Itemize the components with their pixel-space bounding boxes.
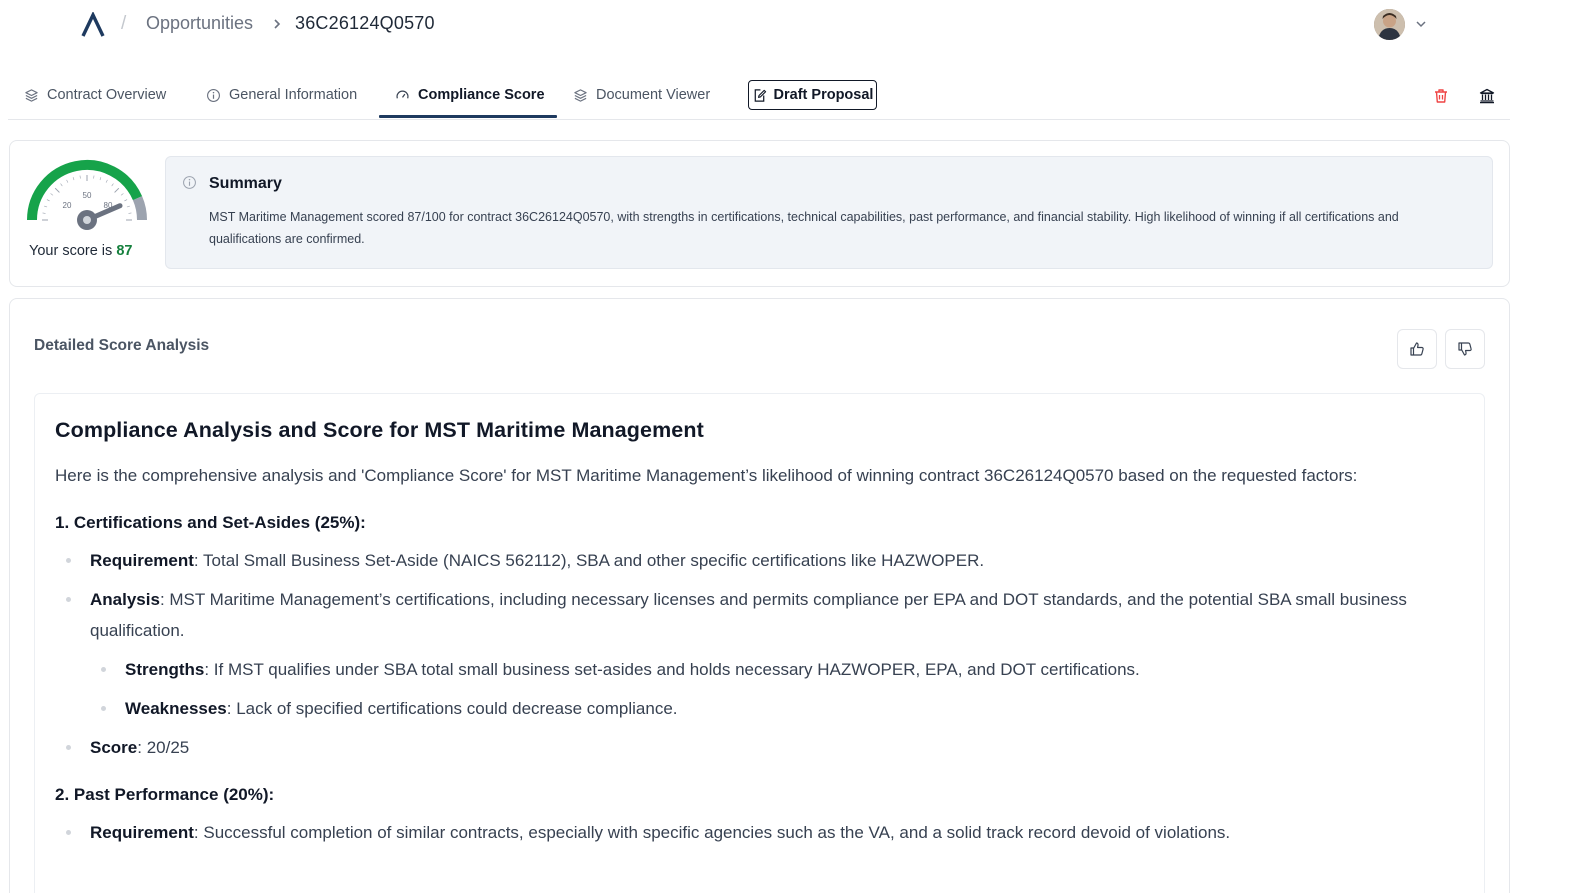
breadcrumb-separator: / <box>121 13 127 34</box>
list-item: Strengths: If MST qualifies under SBA to… <box>55 654 1465 685</box>
score-text: Your score is 87 <box>29 243 132 259</box>
thumbs-up-icon <box>1410 342 1424 356</box>
thumbs-down-icon <box>1458 342 1472 356</box>
list-item: Score: 20/25 <box>55 732 1465 763</box>
tab-document-viewer[interactable]: Document Viewer <box>573 72 710 118</box>
breadcrumb-contract-id: 36C26124Q0570 <box>295 13 435 33</box>
bank-icon[interactable] <box>1478 87 1496 105</box>
gauge-tick <box>111 183 114 187</box>
summary-title: Summary <box>209 175 282 192</box>
gauge-tick <box>120 193 124 196</box>
document-heading: Compliance Analysis and Score for MST Ma… <box>55 418 704 442</box>
layers-icon <box>574 88 587 102</box>
trash-icon[interactable] <box>1432 87 1450 105</box>
list-item: Requirement: Successful completion of si… <box>55 817 1465 848</box>
chevron-right-icon <box>274 19 281 29</box>
gauge-tick <box>66 179 69 183</box>
draft-proposal-label: Draft Proposal <box>773 87 874 103</box>
thumbs-up-button[interactable] <box>1397 329 1437 369</box>
item-text: : Total Small Business Set-Aside (NAICS … <box>193 551 985 570</box>
score-value: 87 <box>116 243 133 259</box>
gauge-label-20: 20 <box>63 201 72 210</box>
item-label: Analysis <box>90 590 160 609</box>
gauge-tick <box>60 183 63 187</box>
list-item: Weaknesses: Lack of specified certificat… <box>55 693 1465 724</box>
logo-icon[interactable] <box>80 12 106 38</box>
item-label: Requirement <box>90 551 194 570</box>
tab-contract-overview[interactable]: Contract Overview <box>24 72 166 118</box>
item-label: Requirement <box>90 823 194 842</box>
layers-icon <box>25 88 38 102</box>
section-heading: 1. Certifications and Set-Asides (25%): <box>55 513 366 532</box>
summary-body: MST Maritime Management scored 87/100 fo… <box>209 210 1399 246</box>
top-bar: / Opportunities 36C26124Q0570 <box>0 0 1572 50</box>
score-prefix: Your score is <box>29 243 117 259</box>
list-item: Requirement: Total Small Business Set-As… <box>55 545 1465 576</box>
breadcrumb-opportunities-link[interactable]: Opportunities <box>146 13 253 34</box>
gauge-tick <box>54 187 60 193</box>
gauge-tick <box>50 193 54 196</box>
gauge-tick <box>46 199 50 202</box>
chevron-down-icon[interactable] <box>1414 18 1428 30</box>
tab-label: General Information <box>229 87 358 103</box>
gauge-tick <box>126 205 130 208</box>
thumbs-down-button[interactable] <box>1445 329 1485 369</box>
edit-document-icon <box>754 88 766 102</box>
document-intro: Here is the comprehensive analysis and '… <box>55 466 1358 485</box>
gauge-tick <box>44 205 48 208</box>
tab-compliance-score[interactable]: Compliance Score <box>395 72 545 118</box>
item-label: Score <box>90 738 138 757</box>
item-text: : Lack of specified certifications could… <box>226 699 678 718</box>
tab-label: Contract Overview <box>47 87 167 103</box>
score-gauge: 20 50 80 <box>27 160 147 230</box>
draft-proposal-button[interactable]: Draft Proposal <box>748 80 877 110</box>
gauge-tick <box>124 199 128 202</box>
section-heading: 2. Past Performance (20%): <box>55 785 275 804</box>
item-text: : 20/25 <box>137 738 190 757</box>
item-text: : If MST qualifies under SBA total small… <box>204 660 1140 679</box>
item-label: Weaknesses <box>125 699 227 718</box>
active-tab-indicator <box>379 115 557 118</box>
gauge-tick <box>99 177 102 181</box>
analysis-document: Compliance Analysis and Score for MST Ma… <box>34 393 1485 893</box>
list-item: Analysis: MST Maritime Management’s cert… <box>55 584 1465 646</box>
info-icon <box>183 176 196 189</box>
gauge-track <box>132 196 147 221</box>
gauge-label-50: 50 <box>83 191 92 200</box>
item-label: Strengths <box>125 660 205 679</box>
item-text: : Successful completion of similar contr… <box>193 823 1231 842</box>
tab-label: Document Viewer <box>596 87 711 103</box>
gauge-hub-center <box>83 216 91 224</box>
tab-label: Compliance Score <box>418 87 545 103</box>
gauge-tick <box>72 177 75 181</box>
item-text: : MST Maritime Management’s certificatio… <box>90 590 1407 640</box>
gauge-tick <box>105 179 108 183</box>
info-icon <box>207 88 220 102</box>
avatar[interactable] <box>1374 9 1405 40</box>
gauge-icon <box>396 90 409 99</box>
detailed-analysis-title: Detailed Score Analysis <box>34 337 210 354</box>
tab-general-information[interactable]: General Information <box>206 72 357 118</box>
gauge-tick <box>114 187 120 193</box>
